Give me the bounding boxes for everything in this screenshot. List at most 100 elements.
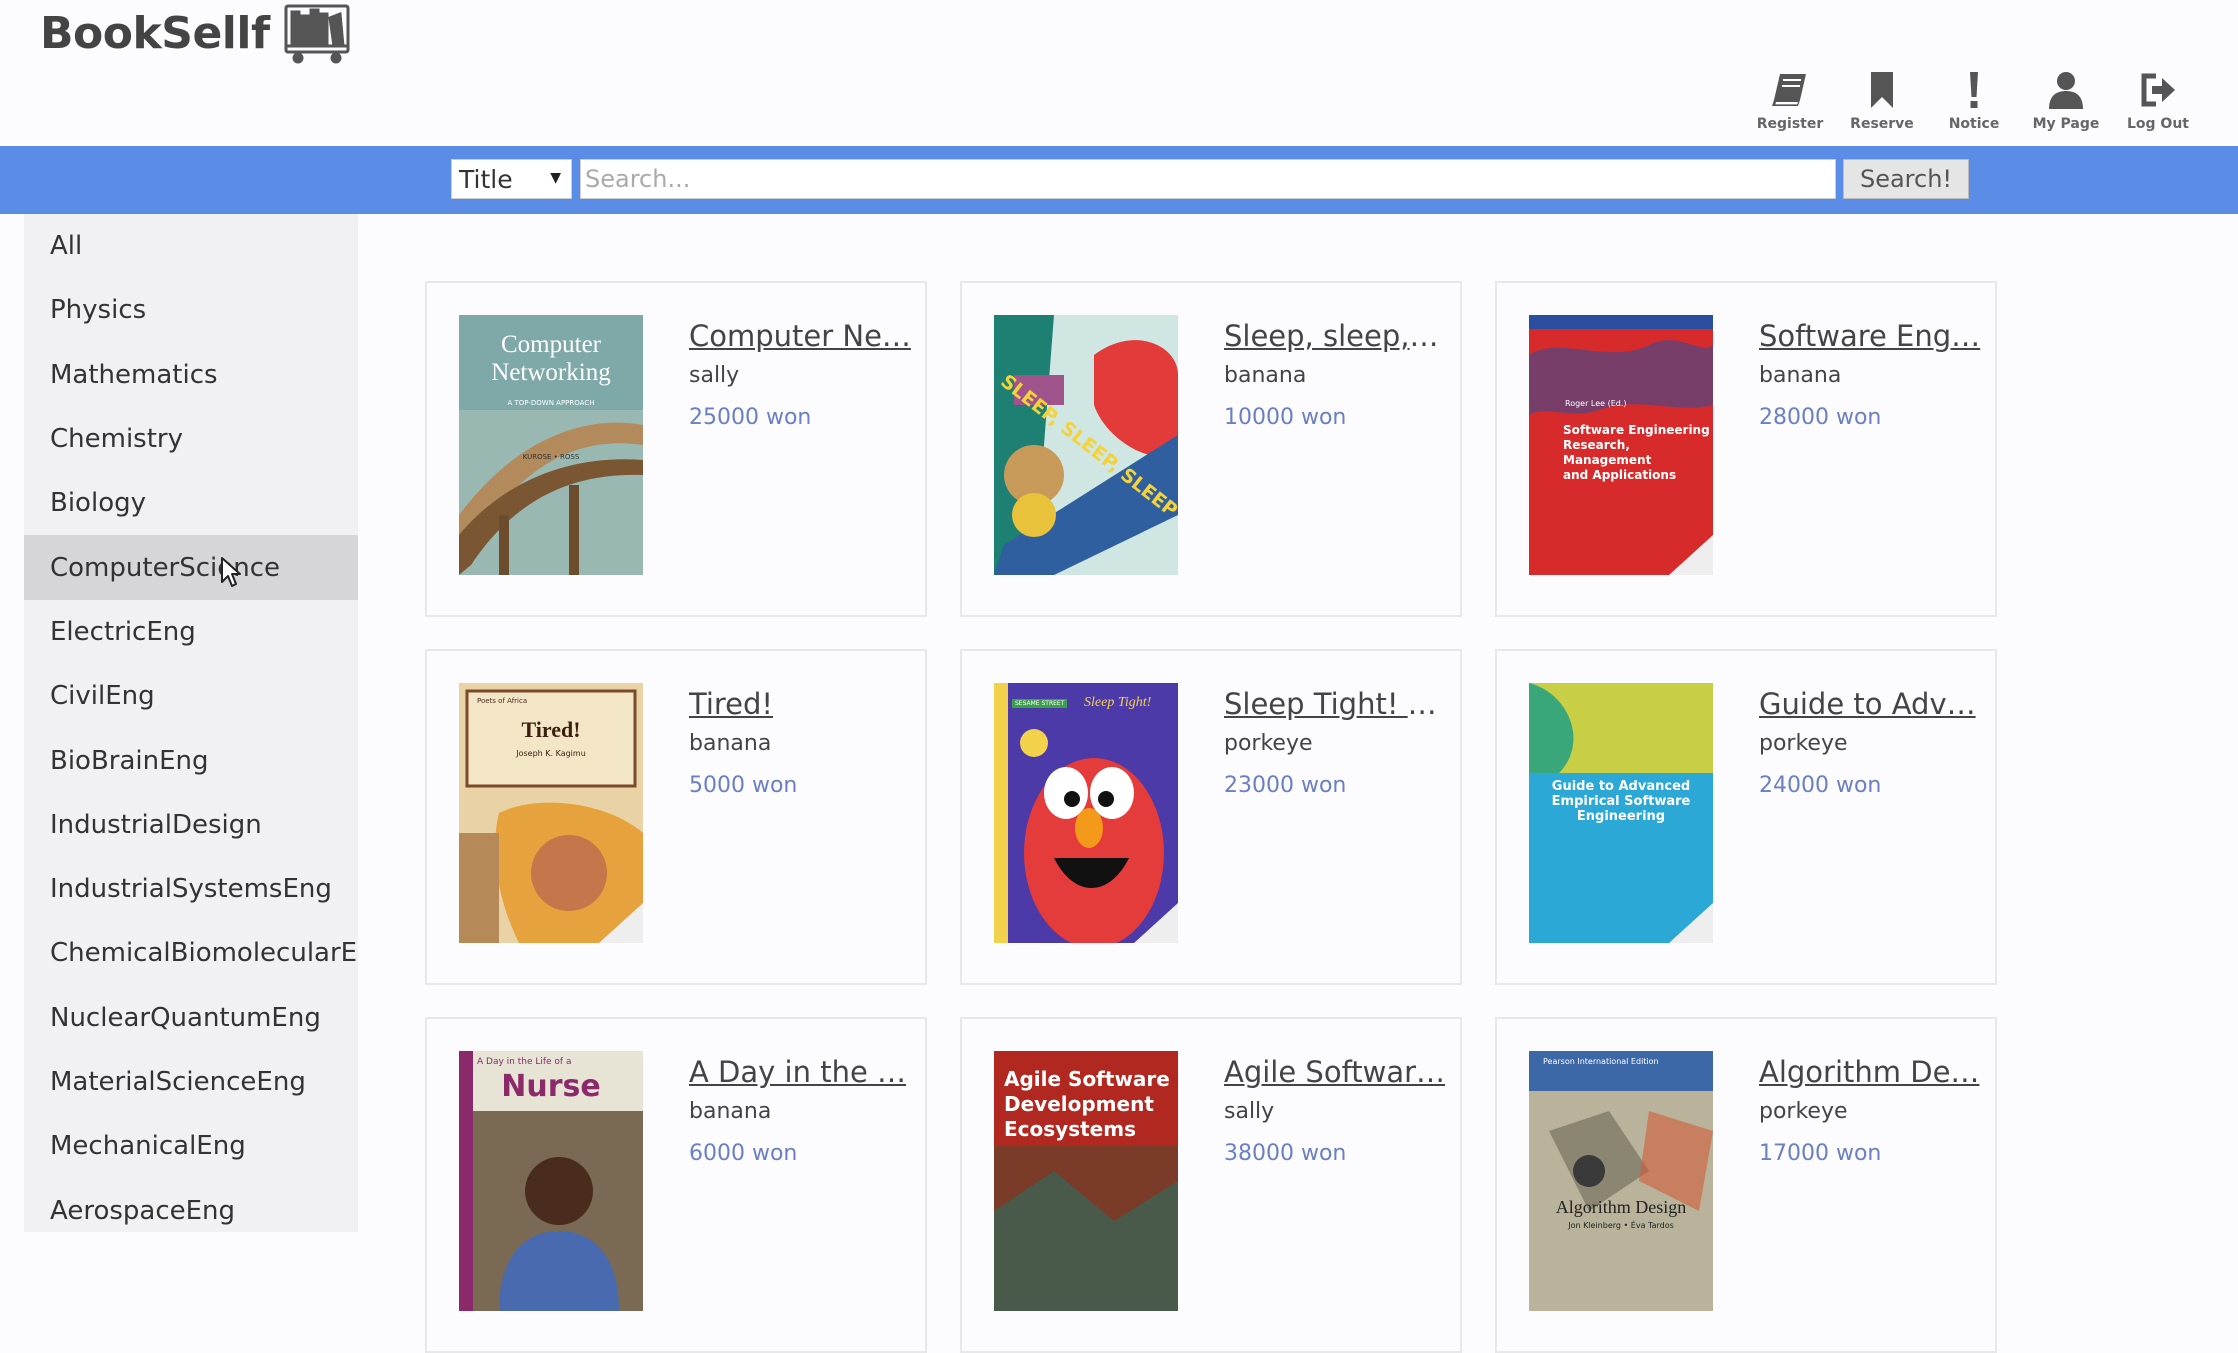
search-button[interactable]: Search! — [1843, 159, 1969, 199]
book-price: 25000 won — [689, 405, 812, 430]
book-price: 10000 won — [1224, 405, 1347, 430]
book-price: 23000 won — [1224, 773, 1347, 798]
category-item[interactable]: IndustrialSystemsEng — [24, 857, 358, 921]
book-title-link[interactable]: Algorithm De… — [1759, 1055, 1981, 1089]
cover-title: Nurse — [501, 1069, 601, 1104]
book-card[interactable]: Computer Networking A TOP-DOWN APPROACH … — [425, 281, 927, 617]
cover-series: Poets of Africa — [477, 697, 528, 705]
cover-edition: Pearson International Edition — [1543, 1057, 1659, 1066]
nav-log-out[interactable]: Log Out — [2114, 70, 2202, 132]
search-input[interactable] — [580, 159, 1836, 199]
book-title-link[interactable]: Sleep, sleep, … — [1224, 319, 1446, 353]
book-card[interactable]: Agile Software Development Ecosystems Ag… — [960, 1017, 1462, 1353]
book-title-link[interactable]: Computer Ne… — [689, 319, 911, 353]
book-seller: porkeye — [1224, 731, 1313, 756]
nav-reserve-label: Reserve — [1850, 116, 1914, 132]
book-price: 17000 won — [1759, 1141, 1882, 1166]
book-cover-image[interactable]: Guide to Advanced Empirical Software Eng… — [1529, 683, 1713, 943]
category-item[interactable]: All — [24, 214, 358, 278]
dropdown-arrow-icon: ▼ — [550, 170, 561, 186]
category-item[interactable]: Physics — [24, 278, 358, 342]
category-item[interactable]: MechanicalEng — [24, 1114, 358, 1178]
cover-title-line-1: Software Engineering — [1563, 423, 1710, 437]
category-item[interactable]: Mathematics — [24, 343, 358, 407]
cover-brand: SESAME STREET — [1012, 699, 1068, 708]
book-price: 24000 won — [1759, 773, 1882, 798]
cover-title: Sleep Tight! — [1084, 695, 1152, 710]
book-cover-image[interactable]: Agile Software Development Ecosystems — [994, 1051, 1178, 1311]
book-seller: banana — [1224, 363, 1307, 388]
book-seller: banana — [689, 731, 772, 756]
book-card[interactable]: SESAME STREET Sleep Tight! Sleep Tight! … — [960, 649, 1462, 985]
nav-my-page-label: My Page — [2032, 116, 2100, 132]
book-card[interactable]: Poets of Africa Tired! Joseph K. Kagimu … — [425, 649, 927, 985]
exclamation-icon — [1970, 72, 1978, 108]
category-item[interactable]: ElectricEng — [24, 600, 358, 664]
cover-title: Algorithm Design — [1555, 1197, 1687, 1217]
logo-text: BookSellf — [40, 7, 270, 59]
book-seller: sally — [1224, 1099, 1275, 1124]
book-cover-image[interactable]: SESAME STREET Sleep Tight! — [994, 683, 1178, 943]
logo[interactable]: BookSellf — [40, 2, 352, 64]
category-item[interactable]: ChemicalBiomolecularEn — [24, 921, 358, 985]
book-card[interactable]: Guide to Advanced Empirical Software Eng… — [1495, 649, 1997, 985]
category-item[interactable]: NuclearQuantumEng — [24, 986, 358, 1050]
cover-title-line-1: Agile Software — [1004, 1067, 1170, 1091]
cover-title-line-2: Empirical Software — [1551, 794, 1691, 809]
cover-authors: Jon Kleinberg • Éva Tardos — [1568, 1221, 1674, 1230]
nav-register[interactable]: Register — [1746, 70, 1834, 132]
category-item[interactable]: Chemistry — [24, 407, 358, 471]
category-item[interactable]: BioBrainEng — [24, 728, 358, 792]
book-price: 38000 won — [1224, 1141, 1347, 1166]
mouse-cursor-icon — [221, 557, 241, 587]
cover-subtitle: A TOP-DOWN APPROACH — [507, 399, 595, 407]
top-nav: Register Reserve Notice My Page Log Out — [1742, 70, 2202, 132]
book-seller: banana — [1759, 363, 1842, 388]
nav-my-page[interactable]: My Page — [2022, 70, 2110, 132]
book-cover-image[interactable]: A Day in the Life of a Nurse — [459, 1051, 643, 1311]
search-bar: Title ▼ Search! — [0, 146, 2238, 214]
category-item[interactable]: IndustrialDesign — [24, 793, 358, 857]
nav-reserve[interactable]: Reserve — [1838, 70, 1926, 132]
category-item[interactable]: CivilEng — [24, 664, 358, 728]
nav-register-label: Register — [1756, 116, 1824, 132]
category-item[interactable]: AerospaceEng — [24, 1178, 358, 1232]
book-cover-image[interactable]: SLEEP, SLEEP, SLEEP — [994, 315, 1178, 575]
category-item-active[interactable]: ComputerScience — [24, 535, 358, 600]
nav-notice[interactable]: Notice — [1930, 70, 2018, 132]
cover-title-line-2: Development — [1004, 1092, 1154, 1116]
book-cover-image[interactable]: Roger Lee (Ed.) Software Engineering Res… — [1529, 315, 1713, 575]
cover-title: Tired! — [521, 717, 581, 742]
book-title-link[interactable]: Software Eng… — [1759, 319, 1981, 353]
bookmark-icon — [1871, 72, 1893, 108]
search-field-select[interactable]: Title ▼ — [451, 159, 572, 199]
book-title-link[interactable]: A Day in the … — [689, 1055, 911, 1089]
book-price: 6000 won — [689, 1141, 798, 1166]
header: BookSellf Register Reserve Notice My Pag… — [0, 0, 2238, 146]
book-card[interactable]: Pearson International Edition Algorithm … — [1495, 1017, 1997, 1353]
book-card[interactable]: Roger Lee (Ed.) Software Engineering Res… — [1495, 281, 1997, 617]
category-item[interactable]: Biology — [24, 471, 358, 535]
category-item[interactable]: MaterialScienceEng — [24, 1050, 358, 1114]
logout-icon — [2141, 73, 2175, 107]
book-seller: porkeye — [1759, 1099, 1848, 1124]
book-title-link[interactable]: Guide to Adv… — [1759, 687, 1981, 721]
book-cover-image[interactable]: Computer Networking A TOP-DOWN APPROACH … — [459, 315, 643, 575]
cover-title-line-1: Computer — [501, 331, 601, 358]
book-card[interactable]: SLEEP, SLEEP, SLEEP Sleep, sleep, … bana… — [960, 281, 1462, 617]
cover-editor: Roger Lee (Ed.) — [1565, 399, 1627, 408]
book-title-link[interactable]: Agile Softwar… — [1224, 1055, 1446, 1089]
cover-title-line-3: Ecosystems — [1004, 1117, 1136, 1141]
book-cover-image[interactable]: Poets of Africa Tired! Joseph K. Kagimu — [459, 683, 643, 943]
book-title-link[interactable]: Sleep Tight! (… — [1224, 687, 1446, 721]
cover-title-line-2: Networking — [491, 359, 611, 386]
book-title-link[interactable]: Tired! — [689, 687, 911, 721]
nav-log-out-label: Log Out — [2127, 116, 2189, 132]
book-seller: banana — [689, 1099, 772, 1124]
book-card[interactable]: A Day in the Life of a Nurse A Day in th… — [425, 1017, 927, 1353]
cover-title-line-3: Engineering — [1576, 809, 1666, 824]
book-cover-image[interactable]: Pearson International Edition Algorithm … — [1529, 1051, 1713, 1311]
nav-notice-label: Notice — [1948, 116, 2000, 132]
user-icon — [2049, 72, 2083, 109]
book-seller: porkeye — [1759, 731, 1848, 756]
